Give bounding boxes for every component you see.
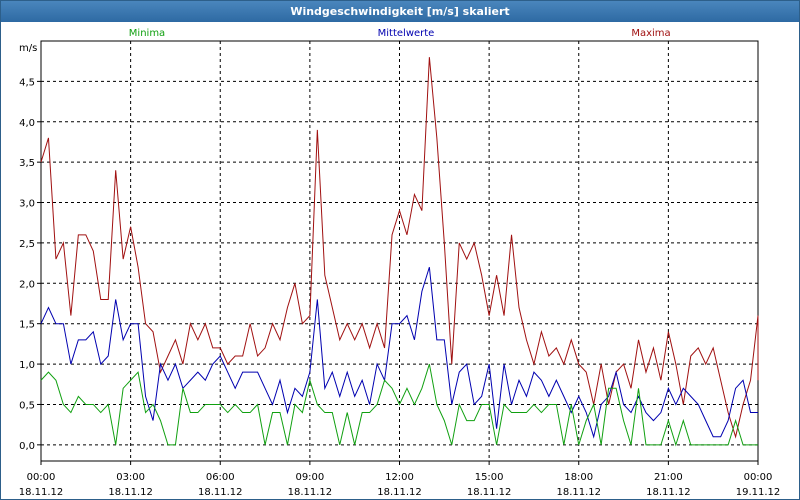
chart-window: Windgeschwindigkeit [m/s] skaliert 0,0 0,…: [0, 0, 800, 500]
x-tick-time: 21:00: [654, 472, 683, 483]
y-tick-label: 1,5: [19, 320, 35, 331]
y-tick-label: 3,0: [19, 199, 35, 210]
wind-speed-chart: 0,0 0,5 1,0 1,5 2,0 2,5 3,0 3,5 4,0 4,5 m/s 00:00 18…: [19, 28, 781, 498]
y-tick-label: 1,0: [19, 360, 35, 371]
x-tick-time: 12:00: [385, 472, 414, 483]
series-line-mittelwerte: [40, 267, 758, 439]
x-tick-date: 18.11.12: [467, 487, 512, 498]
y-tick-label: 3,5: [19, 158, 35, 169]
x-tick-date: 18.11.12: [108, 487, 153, 498]
x-tick-date: 18.11.12: [288, 487, 333, 498]
x-tick-date: 18.11.12: [19, 487, 64, 498]
x-tick-time: 09:00: [295, 472, 324, 483]
x-tick-date: 19.11.12: [736, 487, 781, 498]
y-tick-label: 2,5: [19, 239, 35, 250]
x-tick-time: 18:00: [564, 472, 593, 483]
x-tick-time: 03:00: [116, 472, 145, 483]
x-tick-time: 00:00: [27, 472, 56, 483]
y-tick-label: 2,0: [19, 279, 35, 290]
y-axis-label: m/s: [19, 43, 37, 54]
y-tick-label: 4,5: [19, 77, 35, 88]
y-tick-label: 0,5: [19, 400, 35, 411]
x-tick-date: 18.11.12: [556, 487, 601, 498]
legend-maxima: Maxima: [631, 28, 670, 39]
x-tick-date: 18.11.12: [646, 487, 691, 498]
legend-minima: Minima: [129, 28, 165, 39]
legend: Maxima Mittelwerte Minima: [129, 28, 671, 39]
x-tick-time: 06:00: [206, 472, 235, 483]
x-tick-date: 18.11.12: [377, 487, 422, 498]
y-tick-label: 0,0: [19, 441, 35, 452]
grid: [41, 41, 758, 461]
y-tick-label: 4,0: [19, 118, 35, 129]
x-tick-date: 18.11.12: [198, 487, 243, 498]
x-tick-time: 15:00: [475, 472, 504, 483]
legend-mittelwerte: Mittelwerte: [378, 28, 435, 39]
x-tick-time: 00:00: [744, 472, 773, 483]
